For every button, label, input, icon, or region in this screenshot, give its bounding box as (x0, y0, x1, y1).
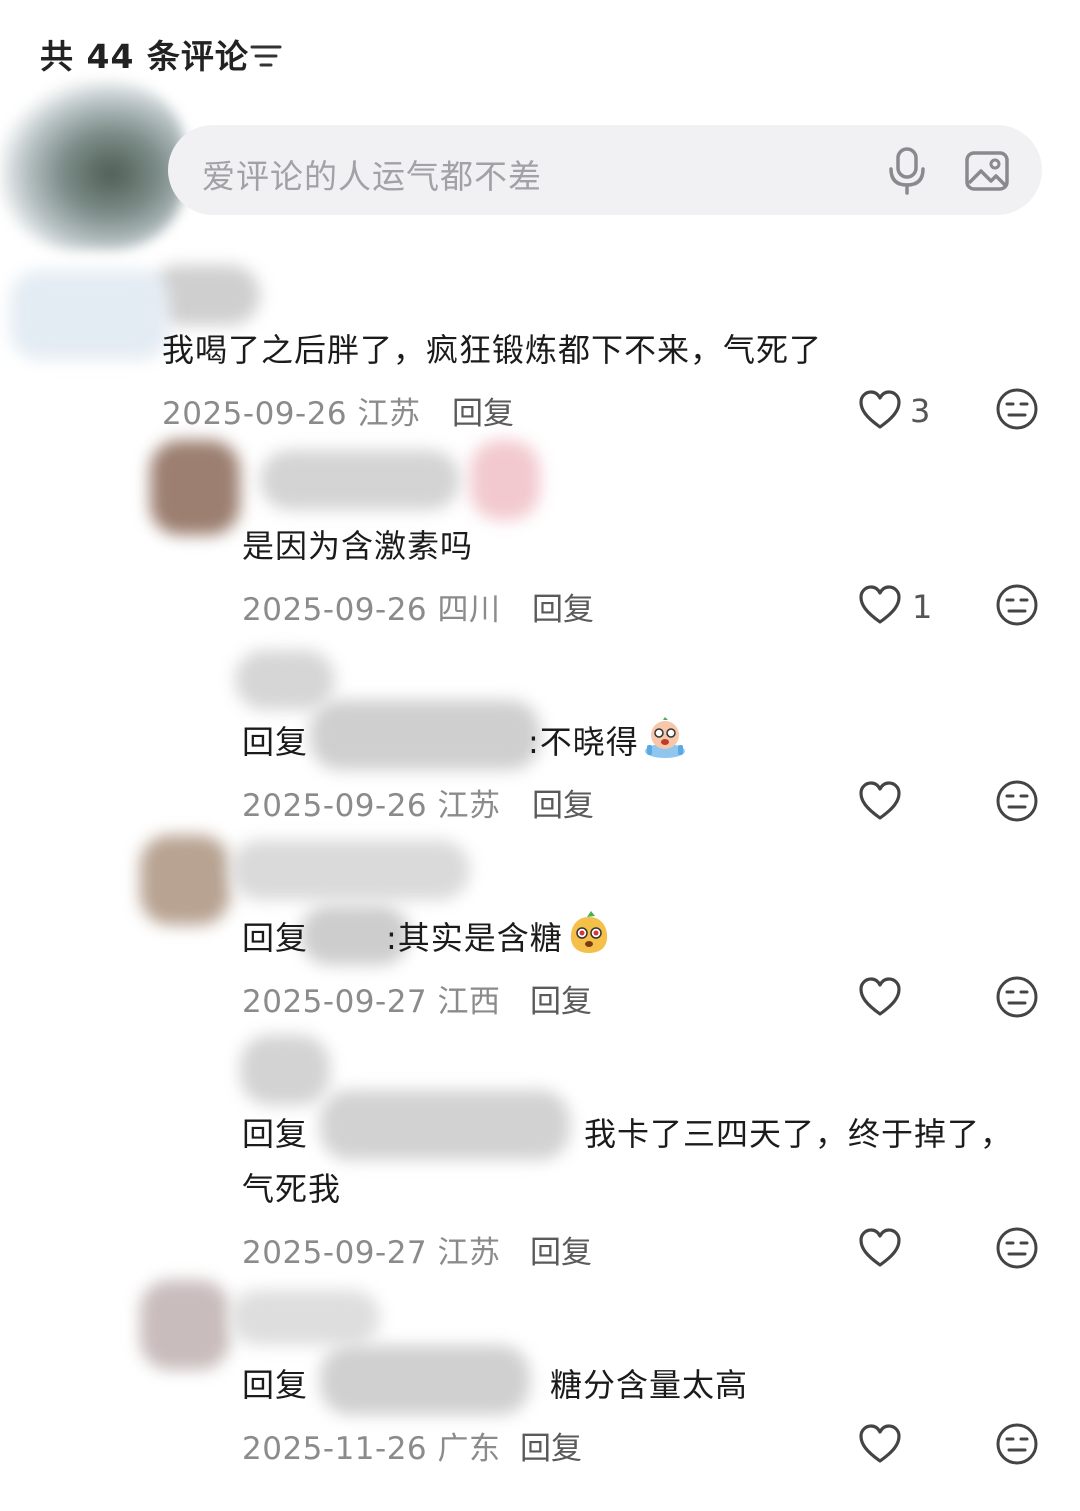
redacted-avatar (10, 270, 170, 360)
comment-meta: 2025-09-27 江西 (242, 976, 501, 1021)
redacted-avatar (150, 440, 240, 535)
like-count: 1 (912, 588, 933, 626)
neutral-face-icon[interactable] (995, 779, 1039, 823)
redacted-avatar (140, 835, 230, 925)
comment-region: 江西 (437, 984, 501, 1020)
comment-text: 是因为含激素吗 (242, 527, 474, 565)
comment-text-line2: 气死我 (242, 1170, 342, 1208)
heart-outline-icon[interactable] (858, 781, 902, 821)
redacted-username (230, 840, 470, 900)
comment-input-placeholder: 爱评论的人运气都不差 (202, 157, 542, 196)
sort-lines-icon[interactable] (250, 42, 282, 70)
redacted-username (230, 1290, 380, 1345)
comment-text: :不晓得 (528, 714, 687, 770)
reply-button[interactable]: 回复 (530, 976, 592, 1021)
comment-text: 糖分含量太高 (550, 1366, 749, 1404)
comment-text: 我卡了三四天了，终于掉了， (584, 1115, 1014, 1153)
comment-count-title: 共 44 条评论 (40, 37, 249, 76)
image-icon[interactable] (964, 150, 1010, 192)
redacted-username (235, 650, 335, 710)
neutral-face-icon[interactable] (995, 387, 1039, 431)
redacted-username (260, 450, 460, 510)
crying-emoji (644, 717, 685, 758)
my-avatar (0, 80, 185, 250)
reply-button[interactable]: 回复 (532, 780, 594, 825)
comment-date: 2025-09-26 (242, 788, 428, 824)
comment-text-content: :其实是含糖 (386, 919, 563, 957)
heart-outline-icon[interactable] (858, 1228, 902, 1268)
redacted-mark (470, 440, 540, 520)
redacted-mention (320, 1345, 530, 1415)
redacted-mention (310, 700, 540, 770)
comment-date: 2025-09-26 (162, 396, 348, 432)
heart-outline-icon[interactable] (858, 1424, 902, 1464)
heart-outline-icon[interactable] (858, 390, 902, 430)
comment-date: 2025-09-27 (242, 1235, 428, 1271)
comment-meta: 2025-09-26 江苏 (242, 780, 501, 825)
comment-date: 2025-09-27 (242, 984, 428, 1020)
reply-prefix: 回复 (242, 723, 309, 761)
comment-region: 广东 (437, 1431, 501, 1467)
comment-meta: 2025-09-26 江苏 (162, 388, 421, 433)
neutral-face-icon[interactable] (995, 975, 1039, 1019)
redacted-mention (320, 1090, 570, 1160)
reply-prefix: 回复 (242, 1115, 309, 1153)
reply-button[interactable]: 回复 (532, 584, 594, 629)
heart-outline-icon[interactable] (858, 977, 902, 1017)
neutral-face-icon[interactable] (995, 1226, 1039, 1270)
comment-region: 江苏 (437, 788, 501, 824)
comment-region: 江苏 (437, 1235, 501, 1271)
like-count: 3 (910, 392, 931, 430)
shocked-fruit-emoji (570, 911, 607, 953)
comment-region: 四川 (437, 592, 501, 628)
reply-button[interactable]: 回复 (520, 1423, 582, 1468)
comment-meta: 2025-11-26 广东 (242, 1423, 501, 1468)
redacted-avatar (140, 1280, 230, 1370)
microphone-icon[interactable] (886, 147, 928, 195)
comment-text: 我喝了之后胖了，疯狂锻炼都下不来，气死了 (162, 331, 823, 369)
comment-date: 2025-09-26 (242, 592, 428, 628)
heart-outline-icon[interactable] (858, 585, 902, 625)
reply-prefix: 回复 (242, 1366, 309, 1404)
comment-region: 江苏 (357, 396, 421, 432)
reply-prefix: 回复 (242, 919, 309, 957)
reply-button[interactable]: 回复 (530, 1227, 592, 1272)
comment-meta: 2025-09-26 四川 (242, 584, 501, 629)
reply-button[interactable]: 回复 (452, 388, 514, 433)
redacted-username (240, 1035, 330, 1105)
comment-meta: 2025-09-27 江苏 (242, 1227, 501, 1272)
neutral-face-icon[interactable] (995, 583, 1039, 627)
comment-date: 2025-11-26 (242, 1431, 428, 1467)
neutral-face-icon[interactable] (995, 1422, 1039, 1466)
comment-text-content: :不晓得 (528, 723, 639, 761)
comment-text: :其实是含糖 (386, 910, 611, 966)
